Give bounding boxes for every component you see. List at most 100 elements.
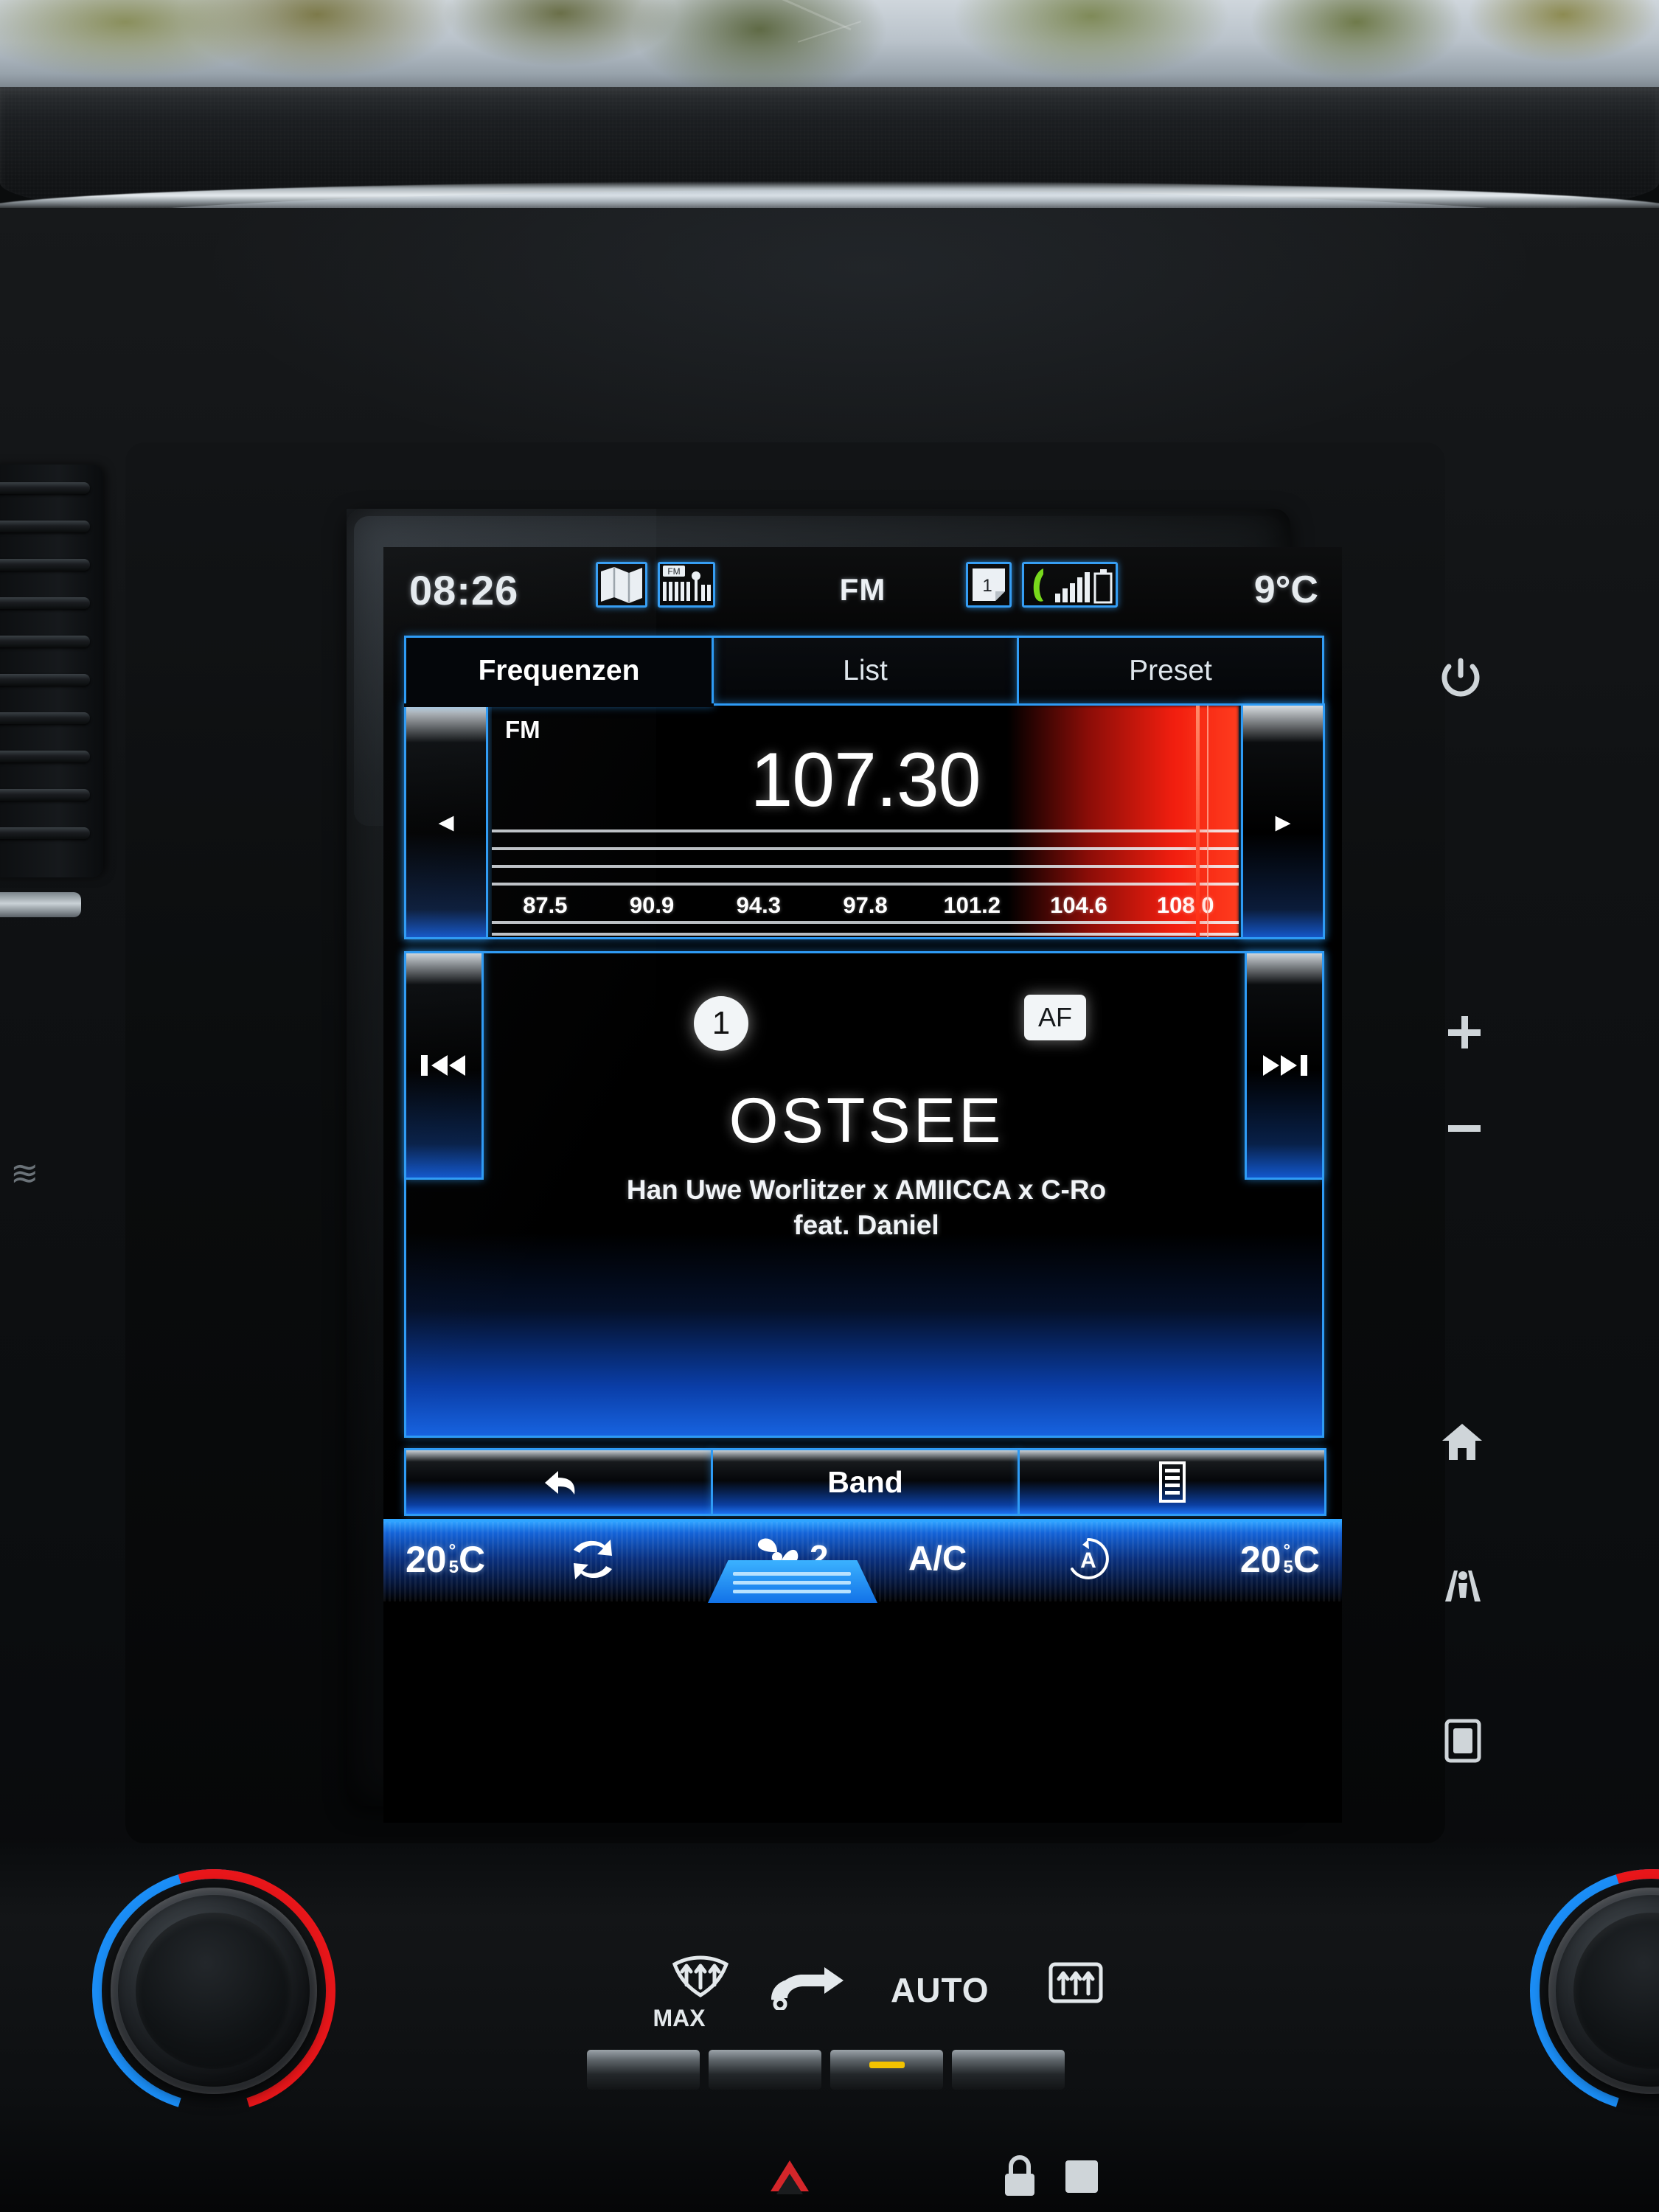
station-name: OSTSEE [728,1085,1004,1156]
passenger-temp-unit: C [1293,1539,1320,1580]
phone-signal-battery-group[interactable] [1022,562,1118,608]
previous-station-button[interactable] [404,951,484,1180]
recirculation-button[interactable] [566,1535,619,1584]
soft-key-bar: Band [404,1448,1326,1516]
tab-preset[interactable]: Preset [1017,636,1324,706]
max-defrost-label: MAX [653,2005,706,2031]
scale-tick: 87.5 [523,892,568,918]
active-band-label: FM [839,572,886,607]
preset-number-badge: 1 [694,996,748,1051]
driver-temp-value: 20 [406,1539,447,1580]
hazard-triangle-inner [776,2174,803,2194]
passenger-temperature[interactable]: 20 ° 5 C [1240,1538,1320,1581]
home-button[interactable] [1441,1422,1484,1465]
power-icon [1441,658,1480,697]
tuning-cursor-hairline [1207,706,1208,937]
scale-line [492,847,1239,850]
band-button[interactable]: Band [711,1448,1020,1516]
auto-key[interactable] [830,2050,943,2090]
driver-temp-fraction-unit: ° 5 [448,1541,459,1577]
recirculation-key[interactable] [709,2050,821,2090]
max-defrost-button[interactable]: MAX [649,1954,752,2032]
next-track-icon [1263,1055,1307,1076]
tune-up-button[interactable]: ▸ [1241,703,1325,939]
tab-list-label: List [843,655,888,686]
scale-tick: 104.6 [1050,892,1107,918]
source-tabs: Frequenzen List Preset [404,636,1324,707]
scale-line [492,830,1239,832]
page-indicator-number: 1 [982,576,992,596]
radio-text-line-1: Han Uwe Worlitzer x AMIICCA x C-Ro [626,1175,1107,1205]
max-defrost-key[interactable] [587,2050,700,2090]
volume-down-button[interactable] [1444,1121,1485,1139]
rear-defrost-button[interactable] [1047,1960,1105,2012]
lock-indicator [1065,2160,1098,2193]
driver-temp-unit: C [458,1539,486,1580]
band-button-label: Band [827,1464,903,1499]
tab-frequenzen[interactable]: Frequenzen [404,636,714,707]
tune-down-arrow-icon: ◂ [438,804,454,838]
infotainment-screen[interactable]: 08:26 FM FM 1 9°C Frequenzen List Preset… [383,547,1342,1823]
left-air-vent[interactable] [0,465,103,877]
frequency-dial[interactable]: FM 107.30 87.5 90.9 94.3 97.8 101.2 104.… [492,706,1239,937]
scale-tick: 101.2 [943,892,1001,918]
ac-button[interactable]: A/C [908,1538,967,1578]
now-playing-panel: 1 AF OSTSEE Han Uwe Worlitzer x AMIICCA … [404,951,1324,1438]
tuner-panel: ◂ FM 107.30 87.5 90.9 94.3 97.8 101.2 10… [404,703,1325,939]
media-card-button[interactable] [1444,1718,1482,1767]
lane-assist-icon [1445,1571,1481,1601]
back-arrow-icon [544,1471,574,1495]
status-bar: 08:26 FM FM 1 9°C [383,547,1342,628]
driver-temp-knob-ring [111,1888,317,2094]
rear-defrost-icon [1048,1962,1103,2003]
page-indicator[interactable]: 1 [966,562,1012,608]
rear-defrost-key[interactable] [952,2050,1065,2090]
driver-temperature[interactable]: 20 ° 5 C [406,1538,485,1581]
air-recirculation-icon [771,1967,844,2011]
scale-tick: 108.0 [1156,892,1214,918]
airflow-direction-indicator[interactable] [708,1560,877,1603]
door-lock-icon[interactable] [999,2153,1040,2209]
af-badge: AF [1024,995,1086,1040]
hvac-button-row [582,2050,1069,2094]
passenger-temp-value: 20 [1239,1539,1281,1580]
plus-icon [1448,1016,1481,1048]
scale-line [492,865,1239,868]
lane-assist-button[interactable] [1439,1565,1486,1608]
tune-up-arrow-icon: ▸ [1275,804,1291,838]
menu-button[interactable] [1018,1448,1326,1516]
auto-climate-icon: A [1071,1538,1109,1579]
scale-tick: 94.3 [736,892,781,918]
tab-preset-label: Preset [1129,655,1212,686]
back-button[interactable] [404,1448,713,1516]
scale-tick: 90.9 [629,892,675,918]
volume-up-button[interactable] [1444,1012,1485,1057]
minus-icon [1448,1125,1481,1132]
scale-line [492,883,1239,886]
auto-indicator-led [869,2062,905,2068]
ac-label: A/C [908,1539,967,1577]
media-card-icon [1444,1719,1481,1763]
auto-hvac-button[interactable]: AUTO [891,1970,990,2010]
dashboard-photo: ≋ 08:26 FM FM 1 9°C Frequenzen List Pres… [0,0,1659,2212]
air-recirculation-button[interactable] [767,1961,848,2014]
power-button[interactable] [1439,656,1482,703]
radio-text-line-2: feat. Daniel [793,1210,939,1240]
vent-chrome-accent [0,892,81,917]
tab-list[interactable]: List [712,636,1019,706]
auto-climate-button[interactable]: A [1063,1535,1113,1582]
front-defrost-icon [672,1955,729,1997]
tuning-cursor [1196,706,1200,937]
passenger-temp-fraction-unit: ° 5 [1283,1541,1293,1577]
scale-tick: 97.8 [843,892,888,918]
climate-bar: 20 ° 5 C 2 A/C A 20 ° 5 C [383,1519,1342,1603]
tune-down-button[interactable]: ◂ [404,703,488,939]
seat-heater-wave-icon: ≋ [10,1154,39,1192]
recirculation-icon [574,1540,612,1579]
list-menu-icon [1158,1461,1186,1503]
previous-track-icon [421,1055,465,1076]
next-station-button[interactable] [1245,951,1324,1180]
frequency-scale-labels: 87.5 90.9 94.3 97.8 101.2 104.6 108.0 [492,888,1239,922]
auto-hvac-label: AUTO [891,1971,990,2009]
scale-line [492,933,1239,936]
